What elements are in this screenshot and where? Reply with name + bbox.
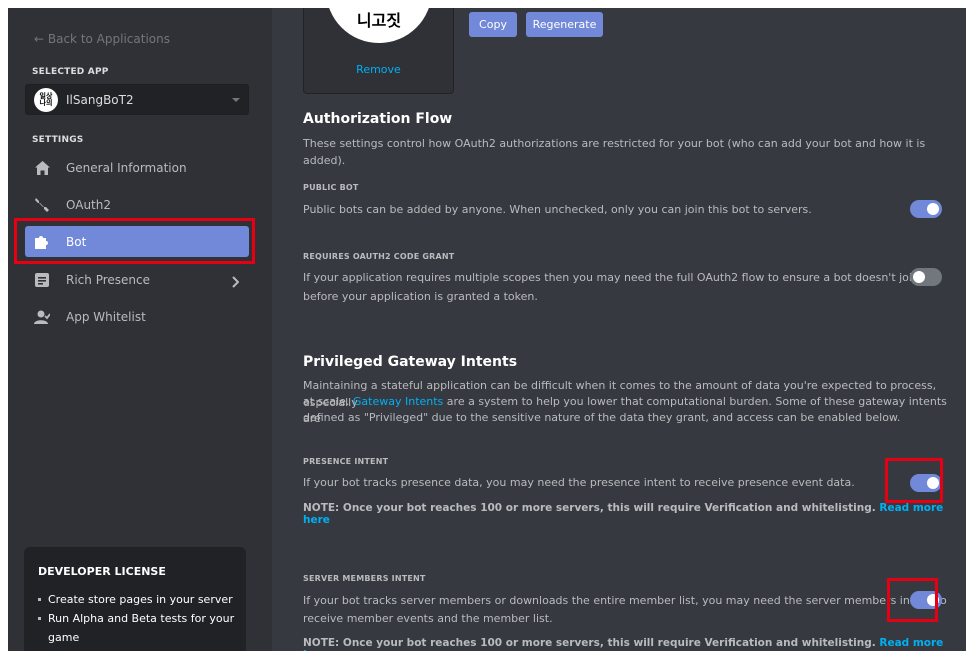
code-grant-description-line2: before your application is granted a tok…	[303, 290, 538, 303]
sidebar-item-label: OAuth2	[66, 197, 111, 212]
server-members-intent-toggle[interactable]	[910, 591, 942, 609]
gateway-intents-link[interactable]: Gateway Intents	[353, 395, 443, 408]
app-name: IlSangBoT2	[66, 93, 134, 107]
selected-app-label: SELECTED APP	[32, 67, 109, 77]
public-bot-toggle[interactable]	[910, 200, 942, 218]
copy-token-button[interactable]: Copy	[469, 12, 517, 37]
bot-avatar-card: 니고짓 Remove	[303, 8, 454, 94]
bot-avatar[interactable]: 니고짓	[326, 8, 432, 43]
toggle-knob	[927, 594, 939, 606]
presence-note-text: NOTE: Once your bot reaches 100 or more …	[303, 502, 876, 514]
sidebar-item-rich-presence[interactable]: Rich Presence	[25, 264, 249, 295]
puzzle-icon	[34, 234, 50, 250]
sidebar-item-label: General Information	[66, 160, 187, 175]
server-members-note-text: NOTE: Once your bot reaches 100 or more …	[303, 637, 876, 649]
regenerate-token-button[interactable]: Regenerate	[526, 12, 603, 37]
authorization-flow-title: Authorization Flow	[303, 111, 453, 127]
sidebar-item-general-information[interactable]: General Information	[25, 152, 249, 183]
intents-description-pre: at scale.	[303, 395, 353, 408]
presence-intent-toggle[interactable]	[910, 474, 942, 492]
document-icon	[34, 272, 50, 288]
license-features: Create store pages in your server Run Al…	[38, 590, 238, 647]
user-check-icon	[34, 309, 50, 325]
public-bot-label: PUBLIC BOT	[303, 183, 359, 192]
server-members-intent-label: SERVER MEMBERS INTENT	[303, 574, 426, 583]
sidebar-item-label: Bot	[66, 234, 87, 249]
toggle-knob	[913, 271, 925, 283]
presence-intent-note: NOTE: Once your bot reaches 100 or more …	[303, 502, 966, 526]
sidebar-item-oauth2[interactable]: OAuth2	[25, 189, 249, 220]
server-members-intent-note: NOTE: Once your bot reaches 100 or more …	[303, 637, 966, 651]
server-members-description-line2: receive member events and the member lis…	[303, 612, 553, 625]
presence-intent-label: PRESENCE INTENT	[303, 457, 389, 466]
sidebar-item-app-whitelist[interactable]: App Whitelist	[25, 301, 249, 332]
app-avatar: 일상 나의	[34, 88, 58, 112]
code-grant-description-line1: If your application requires multiple sc…	[303, 271, 919, 284]
intents-description-line3: defined as "Privileged" due to the sensi…	[303, 411, 901, 424]
code-grant-label: REQUIRES OAUTH2 CODE GRANT	[303, 252, 455, 261]
toggle-knob	[927, 203, 939, 215]
main-content: 니고짓 Remove Copy Regenerate Authorization…	[272, 8, 966, 651]
chevron-right-icon	[231, 273, 240, 292]
app-selector[interactable]: 일상 나의 IlSangBoT2	[25, 84, 249, 115]
server-members-description-line1: If your bot tracks server members or dow…	[303, 594, 947, 607]
remove-avatar-link[interactable]: Remove	[304, 63, 453, 76]
public-bot-description: Public bots can be added by anyone. When…	[303, 203, 812, 216]
home-icon	[34, 160, 50, 176]
sidebar-item-label: App Whitelist	[66, 309, 146, 324]
wrench-icon	[34, 197, 50, 213]
presence-intent-description: If your bot tracks presence data, you ma…	[303, 476, 855, 489]
gateway-intents-title: Privileged Gateway Intents	[303, 354, 518, 370]
chevron-down-icon	[232, 98, 240, 102]
list-item: Run Alpha and Beta tests for your game	[38, 609, 238, 647]
sidebar-item-bot[interactable]: Bot	[25, 226, 249, 257]
sidebar: ← Back to Applications SELECTED APP 일상 나의…	[8, 8, 272, 651]
settings-label: SETTINGS	[32, 135, 84, 145]
back-to-applications-link[interactable]: ← Back to Applications	[34, 32, 170, 46]
list-item: Create store pages in your server	[38, 590, 238, 609]
license-title: DEVELOPER LICENSE	[38, 565, 166, 578]
authorization-flow-description: These settings control how OAuth2 author…	[303, 137, 926, 167]
developer-portal-window: ← Back to Applications SELECTED APP 일상 나의…	[8, 8, 966, 651]
sidebar-item-label: Rich Presence	[66, 272, 150, 287]
toggle-knob	[927, 477, 939, 489]
code-grant-toggle[interactable]	[910, 268, 942, 286]
developer-license-card: DEVELOPER LICENSE Create store pages in …	[24, 547, 246, 651]
